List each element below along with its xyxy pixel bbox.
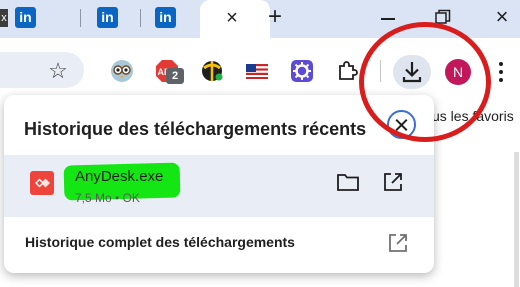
new-tab-button[interactable]: + bbox=[262, 3, 288, 31]
page-scrollbar[interactable] bbox=[514, 152, 519, 287]
annotation-circle bbox=[359, 22, 491, 142]
extension-owl-icon[interactable] bbox=[110, 59, 134, 83]
tab-separator bbox=[80, 9, 81, 27]
external-link-icon[interactable] bbox=[387, 232, 409, 254]
close-window-button[interactable]: × bbox=[490, 5, 514, 29]
extensions-puzzle-icon[interactable] bbox=[335, 59, 359, 83]
extension-gear-icon[interactable] bbox=[290, 59, 314, 83]
bookmark-star-icon[interactable]: ☆ bbox=[46, 59, 70, 83]
extension-us-flag-icon[interactable] bbox=[245, 59, 269, 83]
extension-badge: 2 bbox=[166, 68, 184, 84]
full-history-link[interactable]: Historique complet des téléchargements bbox=[25, 234, 295, 250]
address-bar[interactable] bbox=[0, 52, 84, 88]
minimize-button[interactable] bbox=[378, 5, 398, 29]
linkedin-icon: in bbox=[97, 7, 118, 28]
downloads-bubble: Historique des téléchargements récents A… bbox=[4, 95, 434, 273]
downloads-title: Historique des téléchargements récents bbox=[24, 119, 367, 139]
download-item[interactable]: AnyDesk.exe 7,5 Mo • OK bbox=[4, 155, 434, 217]
linkedin-icon: in bbox=[155, 7, 176, 28]
menu-dots-icon[interactable] bbox=[493, 58, 509, 86]
show-in-folder-icon[interactable] bbox=[336, 171, 360, 193]
extension-ball-icon[interactable] bbox=[200, 59, 224, 83]
linkedin-icon: in bbox=[15, 7, 36, 28]
tab-edge-icon[interactable]: x bbox=[0, 9, 8, 27]
anydesk-icon bbox=[30, 171, 54, 195]
close-tab-button[interactable]: × bbox=[222, 6, 242, 30]
tab-separator bbox=[140, 9, 141, 27]
open-file-icon[interactable] bbox=[382, 171, 404, 193]
tab-linkedin-3[interactable]: in bbox=[155, 5, 195, 31]
tab-linkedin-1[interactable]: in bbox=[15, 5, 65, 31]
download-file-status: 7,5 Mo • OK bbox=[75, 191, 140, 205]
download-file-name[interactable]: AnyDesk.exe bbox=[75, 168, 163, 185]
